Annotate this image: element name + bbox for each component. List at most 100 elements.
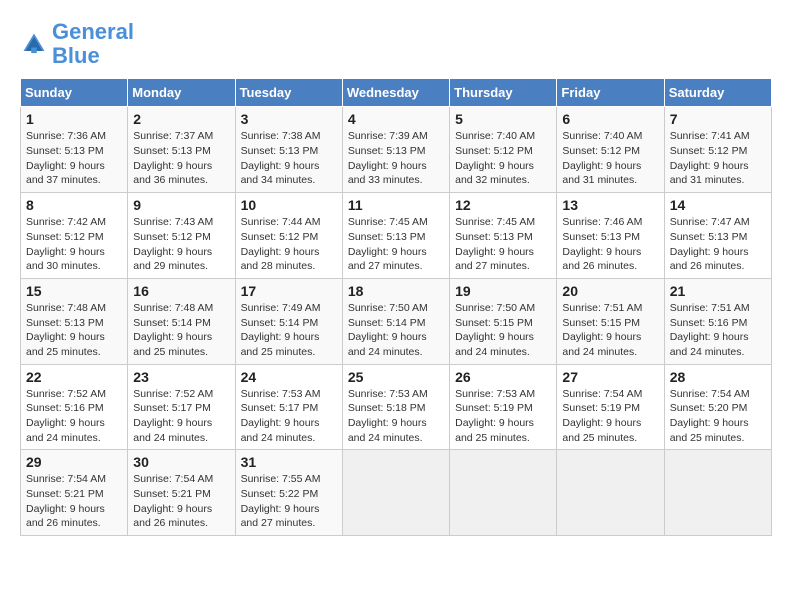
day-of-week-monday: Monday [128,79,235,107]
day-info: Sunrise: 7:54 AM Sunset: 5:21 PM Dayligh… [133,472,229,531]
calendar-week-2: 8 Sunrise: 7:42 AM Sunset: 5:12 PM Dayli… [21,193,772,279]
day-number: 18 [348,283,444,299]
day-info: Sunrise: 7:52 AM Sunset: 5:17 PM Dayligh… [133,387,229,446]
calendar-cell: 26 Sunrise: 7:53 AM Sunset: 5:19 PM Dayl… [450,364,557,450]
day-info: Sunrise: 7:53 AM Sunset: 5:17 PM Dayligh… [241,387,337,446]
day-info: Sunrise: 7:48 AM Sunset: 5:14 PM Dayligh… [133,301,229,360]
calendar-cell: 19 Sunrise: 7:50 AM Sunset: 5:15 PM Dayl… [450,278,557,364]
calendar-cell: 5 Sunrise: 7:40 AM Sunset: 5:12 PM Dayli… [450,107,557,193]
day-number: 11 [348,197,444,213]
day-number: 5 [455,111,551,127]
day-number: 3 [241,111,337,127]
day-info: Sunrise: 7:51 AM Sunset: 5:15 PM Dayligh… [562,301,658,360]
day-number: 2 [133,111,229,127]
day-number: 31 [241,454,337,470]
day-number: 22 [26,369,122,385]
logo: General Blue [20,20,134,68]
day-number: 21 [670,283,766,299]
calendar-week-3: 15 Sunrise: 7:48 AM Sunset: 5:13 PM Dayl… [21,278,772,364]
day-info: Sunrise: 7:43 AM Sunset: 5:12 PM Dayligh… [133,215,229,274]
day-info: Sunrise: 7:38 AM Sunset: 5:13 PM Dayligh… [241,129,337,188]
day-info: Sunrise: 7:42 AM Sunset: 5:12 PM Dayligh… [26,215,122,274]
calendar-cell: 3 Sunrise: 7:38 AM Sunset: 5:13 PM Dayli… [235,107,342,193]
day-info: Sunrise: 7:45 AM Sunset: 5:13 PM Dayligh… [455,215,551,274]
day-info: Sunrise: 7:54 AM Sunset: 5:21 PM Dayligh… [26,472,122,531]
logo-text: General Blue [52,20,134,68]
day-info: Sunrise: 7:48 AM Sunset: 5:13 PM Dayligh… [26,301,122,360]
calendar-cell: 4 Sunrise: 7:39 AM Sunset: 5:13 PM Dayli… [342,107,449,193]
calendar-cell: 28 Sunrise: 7:54 AM Sunset: 5:20 PM Dayl… [664,364,771,450]
day-number: 8 [26,197,122,213]
day-info: Sunrise: 7:39 AM Sunset: 5:13 PM Dayligh… [348,129,444,188]
calendar-cell: 21 Sunrise: 7:51 AM Sunset: 5:16 PM Dayl… [664,278,771,364]
calendar-cell: 13 Sunrise: 7:46 AM Sunset: 5:13 PM Dayl… [557,193,664,279]
day-info: Sunrise: 7:54 AM Sunset: 5:20 PM Dayligh… [670,387,766,446]
day-info: Sunrise: 7:44 AM Sunset: 5:12 PM Dayligh… [241,215,337,274]
day-number: 13 [562,197,658,213]
calendar-cell: 6 Sunrise: 7:40 AM Sunset: 5:12 PM Dayli… [557,107,664,193]
day-info: Sunrise: 7:49 AM Sunset: 5:14 PM Dayligh… [241,301,337,360]
day-number: 20 [562,283,658,299]
day-info: Sunrise: 7:55 AM Sunset: 5:22 PM Dayligh… [241,472,337,531]
day-of-week-wednesday: Wednesday [342,79,449,107]
day-number: 7 [670,111,766,127]
page-header: General Blue [20,20,772,68]
day-number: 27 [562,369,658,385]
day-of-week-thursday: Thursday [450,79,557,107]
day-of-week-tuesday: Tuesday [235,79,342,107]
day-info: Sunrise: 7:37 AM Sunset: 5:13 PM Dayligh… [133,129,229,188]
day-number: 10 [241,197,337,213]
day-number: 29 [26,454,122,470]
calendar-week-4: 22 Sunrise: 7:52 AM Sunset: 5:16 PM Dayl… [21,364,772,450]
day-number: 25 [348,369,444,385]
day-number: 4 [348,111,444,127]
calendar-cell: 11 Sunrise: 7:45 AM Sunset: 5:13 PM Dayl… [342,193,449,279]
calendar-cell: 29 Sunrise: 7:54 AM Sunset: 5:21 PM Dayl… [21,450,128,536]
calendar-cell: 1 Sunrise: 7:36 AM Sunset: 5:13 PM Dayli… [21,107,128,193]
calendar-cell: 7 Sunrise: 7:41 AM Sunset: 5:12 PM Dayli… [664,107,771,193]
day-of-week-saturday: Saturday [664,79,771,107]
day-info: Sunrise: 7:52 AM Sunset: 5:16 PM Dayligh… [26,387,122,446]
day-number: 19 [455,283,551,299]
calendar-cell: 27 Sunrise: 7:54 AM Sunset: 5:19 PM Dayl… [557,364,664,450]
day-number: 16 [133,283,229,299]
day-info: Sunrise: 7:40 AM Sunset: 5:12 PM Dayligh… [455,129,551,188]
calendar-week-1: 1 Sunrise: 7:36 AM Sunset: 5:13 PM Dayli… [21,107,772,193]
calendar-cell: 9 Sunrise: 7:43 AM Sunset: 5:12 PM Dayli… [128,193,235,279]
calendar-cell: 31 Sunrise: 7:55 AM Sunset: 5:22 PM Dayl… [235,450,342,536]
calendar-cell: 22 Sunrise: 7:52 AM Sunset: 5:16 PM Dayl… [21,364,128,450]
calendar-cell: 16 Sunrise: 7:48 AM Sunset: 5:14 PM Dayl… [128,278,235,364]
day-number: 12 [455,197,551,213]
day-of-week-sunday: Sunday [21,79,128,107]
day-info: Sunrise: 7:36 AM Sunset: 5:13 PM Dayligh… [26,129,122,188]
day-number: 23 [133,369,229,385]
day-number: 17 [241,283,337,299]
day-number: 24 [241,369,337,385]
day-info: Sunrise: 7:40 AM Sunset: 5:12 PM Dayligh… [562,129,658,188]
calendar-cell: 15 Sunrise: 7:48 AM Sunset: 5:13 PM Dayl… [21,278,128,364]
calendar-cell [342,450,449,536]
calendar-cell [664,450,771,536]
day-number: 1 [26,111,122,127]
calendar-week-5: 29 Sunrise: 7:54 AM Sunset: 5:21 PM Dayl… [21,450,772,536]
day-info: Sunrise: 7:53 AM Sunset: 5:19 PM Dayligh… [455,387,551,446]
logo-icon [20,30,48,58]
calendar-table: SundayMondayTuesdayWednesdayThursdayFrid… [20,78,772,536]
day-number: 14 [670,197,766,213]
day-info: Sunrise: 7:45 AM Sunset: 5:13 PM Dayligh… [348,215,444,274]
day-number: 30 [133,454,229,470]
day-number: 6 [562,111,658,127]
calendar-cell: 12 Sunrise: 7:45 AM Sunset: 5:13 PM Dayl… [450,193,557,279]
day-info: Sunrise: 7:46 AM Sunset: 5:13 PM Dayligh… [562,215,658,274]
day-number: 28 [670,369,766,385]
day-number: 26 [455,369,551,385]
calendar-cell: 17 Sunrise: 7:49 AM Sunset: 5:14 PM Dayl… [235,278,342,364]
day-info: Sunrise: 7:50 AM Sunset: 5:14 PM Dayligh… [348,301,444,360]
day-info: Sunrise: 7:51 AM Sunset: 5:16 PM Dayligh… [670,301,766,360]
calendar-cell: 20 Sunrise: 7:51 AM Sunset: 5:15 PM Dayl… [557,278,664,364]
calendar-cell: 18 Sunrise: 7:50 AM Sunset: 5:14 PM Dayl… [342,278,449,364]
calendar-cell: 24 Sunrise: 7:53 AM Sunset: 5:17 PM Dayl… [235,364,342,450]
day-number: 15 [26,283,122,299]
day-info: Sunrise: 7:47 AM Sunset: 5:13 PM Dayligh… [670,215,766,274]
calendar-cell: 23 Sunrise: 7:52 AM Sunset: 5:17 PM Dayl… [128,364,235,450]
